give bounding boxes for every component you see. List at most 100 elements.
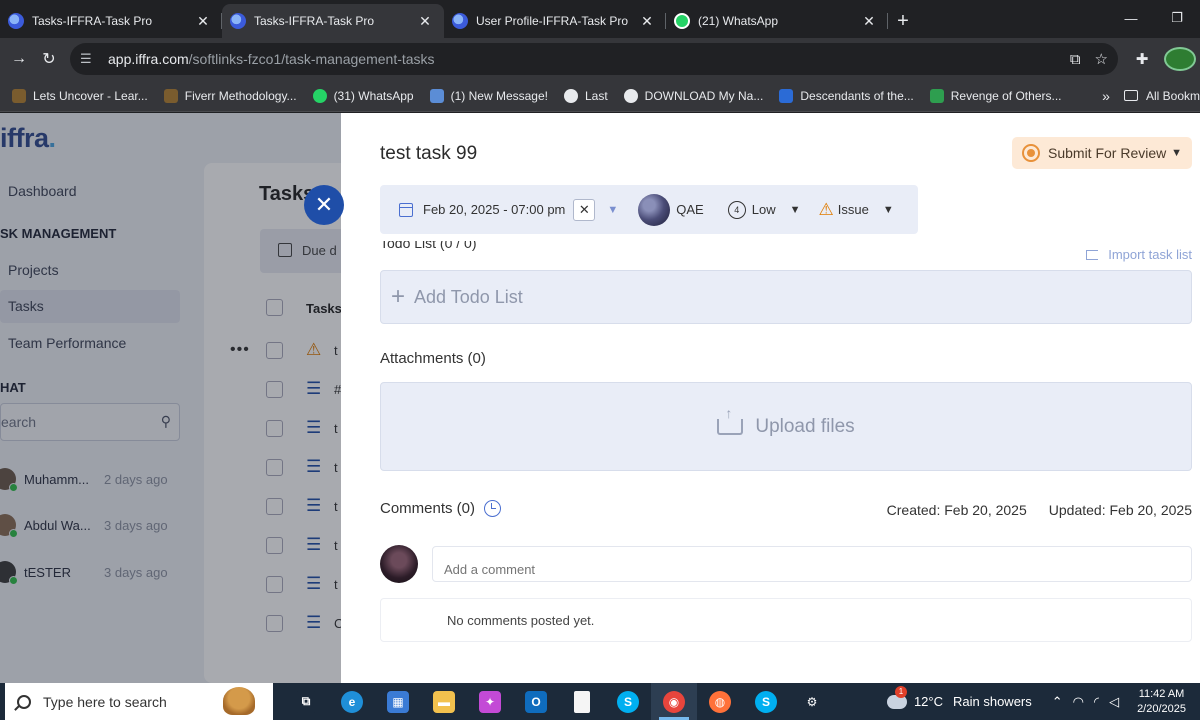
restore-icon[interactable]: ❐ (1154, 0, 1200, 36)
clear-date-button[interactable]: ✕ (573, 198, 596, 221)
bookmark-item[interactable]: Fiverr Methodology... (163, 88, 297, 103)
task-title[interactable]: test task 99 (380, 143, 477, 165)
skype-icon: S (617, 690, 639, 713)
chevron-down-icon[interactable]: ▼ (607, 204, 618, 216)
clock-date: 2/20/2025 (1137, 702, 1186, 715)
import-icon (1086, 249, 1099, 260)
volume-icon[interactable]: ◁ (1109, 694, 1119, 710)
r-logo-icon (779, 88, 794, 103)
new-tab-button[interactable]: + (888, 4, 918, 38)
updated-date: Updated: Feb 20, 2025 (1048, 502, 1192, 518)
add-todo-list-button[interactable]: + Add Todo List (380, 270, 1192, 324)
taskbar-app[interactable]: ◍ (697, 683, 743, 720)
close-tab-icon[interactable]: ✕ (194, 13, 212, 30)
taskbar-app[interactable]: S (605, 683, 651, 720)
import-label: Import task list (1108, 247, 1192, 262)
bookmark-item[interactable]: Revenge of Others... (929, 88, 1062, 103)
taskbar-app[interactable] (559, 683, 605, 720)
comment-input[interactable] (432, 546, 1192, 582)
priority-value[interactable]: Low (752, 202, 776, 217)
minimize-icon[interactable]: — (1108, 0, 1154, 36)
outlook-icon: O (525, 690, 547, 713)
bookmark-label: Fiverr Methodology... (184, 88, 297, 103)
browser-tab-1[interactable]: Tasks-IFFRA-Task Pro ✕ (0, 4, 222, 38)
tab-title: Tasks-IFFRA-Task Pro (254, 14, 375, 28)
bookmark-item[interactable]: Lets Uncover - Lear... (12, 88, 148, 103)
browser-tab-3[interactable]: User Profile-IFFRA-Task Pro ✕ (444, 4, 666, 38)
all-bookmarks-button[interactable]: All Bookm (1123, 88, 1200, 103)
taskbar-search-box[interactable]: Type here to search (5, 683, 273, 720)
taskbar-clock[interactable]: 11:42 AM 2/20/2025 (1137, 687, 1186, 717)
due-date-value[interactable]: Feb 20, 2025 - 07:00 pm (423, 202, 565, 217)
more-bookmarks-icon[interactable]: » (1102, 88, 1110, 104)
bookmark-item[interactable]: (31) WhatsApp (312, 88, 414, 103)
close-drawer-button[interactable]: ✕ (304, 185, 344, 225)
search-highlight-image (223, 687, 255, 715)
task-detail-drawer: test task 99 Submit For Review ▼ Feb 20,… (341, 113, 1200, 683)
bookmark-label: DOWNLOAD My Na... (644, 88, 764, 103)
taskbar-app[interactable]: ✦ (467, 683, 513, 720)
task-meta-bar: Feb 20, 2025 - 07:00 pm ✕ ▼ QAE 4 Low ▼ … (380, 185, 918, 234)
all-bookmarks-label: All Bookm (1145, 88, 1200, 103)
taskbar-app[interactable]: e (329, 683, 375, 720)
weather-cloud-icon[interactable] (886, 685, 907, 709)
close-tab-icon[interactable]: ✕ (860, 13, 878, 30)
chevron-down-icon[interactable]: ▼ (883, 204, 894, 216)
add-todo-label: Add Todo List (414, 286, 523, 307)
bookmark-item[interactable]: Descendants of the... (779, 88, 914, 103)
comments-title: Comments (0) (380, 500, 476, 517)
chevron-down-icon[interactable]: ▼ (790, 204, 801, 216)
assignee-name[interactable]: QAE (676, 202, 703, 217)
weather-condition[interactable]: Rain showers (953, 694, 1032, 709)
site-info-icon[interactable]: ☰ (80, 51, 100, 67)
bookmark-label: Descendants of the... (800, 88, 914, 103)
bookmark-item[interactable]: (1) New Message! (429, 88, 548, 103)
import-task-list-button[interactable]: Import task list (1086, 247, 1192, 262)
network-icon[interactable]: ◠ (1073, 694, 1084, 710)
assignee-avatar[interactable] (638, 193, 671, 226)
upload-files-dropzone[interactable]: Upload files (380, 382, 1192, 471)
upload-label: Upload files (755, 415, 855, 437)
bookmark-label: (31) WhatsApp (333, 88, 414, 103)
browser-tab-strip: Tasks-IFFRA-Task Pro ✕ Tasks-IFFRA-Task … (0, 0, 1200, 38)
taskbar-app[interactable]: ⧉ (283, 683, 329, 720)
bookmark-label: Last (584, 88, 608, 103)
browser-tab-2[interactable]: Tasks-IFFRA-Task Pro ✕ (222, 4, 444, 38)
task-type-value[interactable]: Issue (838, 202, 869, 217)
taskbar-app[interactable]: O (513, 683, 559, 720)
close-tab-icon[interactable]: ✕ (638, 13, 656, 30)
windows-taskbar: Type here to search ⧉ e ▦ ▬ ✦ O S ◉ ◍ S ⚙ 12°C Rai… (0, 683, 1200, 720)
taskbar-apps: ⧉ e ▦ ▬ ✦ O S ◉ ◍ S ⚙ (283, 683, 835, 720)
address-bar[interactable]: ☰ app.iffra.com /softlinks-fzco1/task-ma… (70, 43, 1118, 75)
iffra-favicon-icon (452, 13, 468, 29)
close-tab-icon[interactable]: ✕ (416, 13, 434, 30)
taskbar-app[interactable]: ◉ (651, 683, 697, 720)
weather-temperature[interactable]: 12°C (914, 694, 943, 709)
forward-icon[interactable]: → (4, 44, 34, 74)
bookmark-item[interactable]: Last (563, 88, 608, 103)
bookmark-item[interactable]: DOWNLOAD My Na... (623, 88, 764, 103)
browser-tab-4[interactable]: (21) WhatsApp ✕ (666, 4, 888, 38)
bookmark-label: (1) New Message! (450, 88, 548, 103)
submit-for-review-button[interactable]: Submit For Review ▼ (1012, 137, 1192, 169)
tab-divider (887, 13, 888, 29)
reload-icon[interactable]: ↻ (34, 44, 64, 74)
whatsapp-favicon-icon (674, 13, 690, 29)
taskbar-app[interactable]: ⚙ (789, 683, 835, 720)
profile-avatar[interactable] (1164, 47, 1196, 71)
comments-heading: Comments (0) (380, 500, 502, 517)
url-path: /softlinks-fzco1/task-management-tasks (188, 51, 435, 67)
chevron-up-icon[interactable]: ⌃ (1052, 694, 1063, 710)
taskbar-app[interactable]: S (743, 683, 789, 720)
tab-title: User Profile-IFFRA-Task Pro (476, 14, 629, 28)
taskbar-search-placeholder: Type here to search (43, 693, 167, 710)
notepad-icon (574, 690, 590, 713)
wifi-icon[interactable]: ◜ (1094, 694, 1099, 710)
history-icon[interactable] (484, 500, 502, 517)
bookmark-star-icon[interactable]: ☆ (1095, 50, 1108, 68)
priority-icon: 4 (727, 200, 746, 219)
install-app-icon[interactable]: ⧉ (1070, 51, 1081, 68)
taskbar-app[interactable]: ▦ (375, 683, 421, 720)
extensions-icon[interactable]: ✚ (1126, 50, 1158, 68)
taskbar-app[interactable]: ▬ (421, 683, 467, 720)
